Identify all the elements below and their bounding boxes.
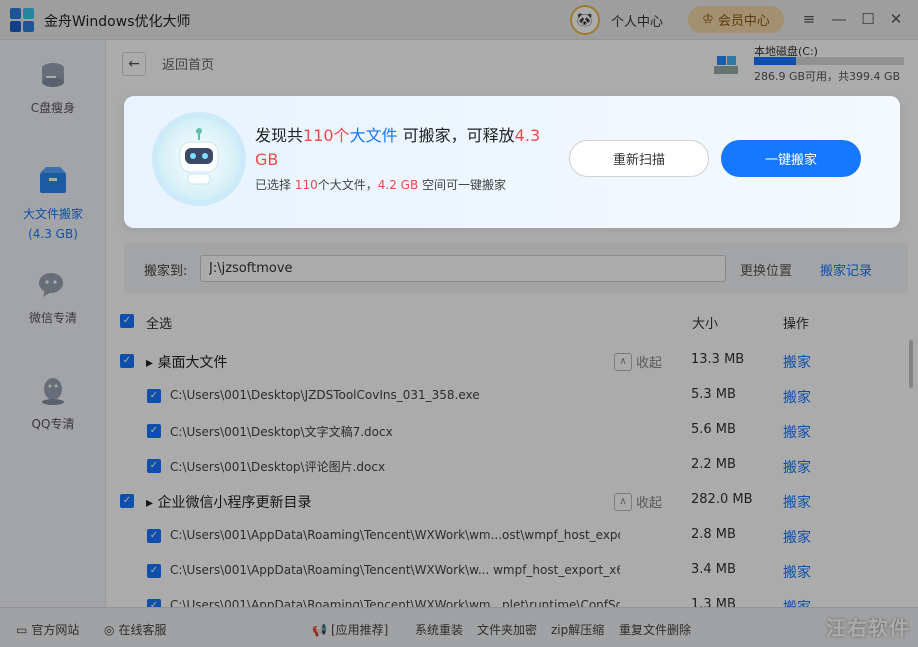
rescan-button[interactable]: 重新扫描 <box>569 140 709 177</box>
banner-subtitle: 已选择 110个大文件，4.2 GB 空间可一键搬家 <box>255 178 507 192</box>
robot-icon <box>158 118 240 200</box>
one-click-move-button[interactable]: 一键搬家 <box>721 140 861 177</box>
banner-title: 发现共110个大文件 可搬家，可释放4.3 GB <box>255 126 541 169</box>
scan-result-banner: 发现共110个大文件 可搬家，可释放4.3 GB 已选择 110个大文件，4.2… <box>124 96 900 228</box>
